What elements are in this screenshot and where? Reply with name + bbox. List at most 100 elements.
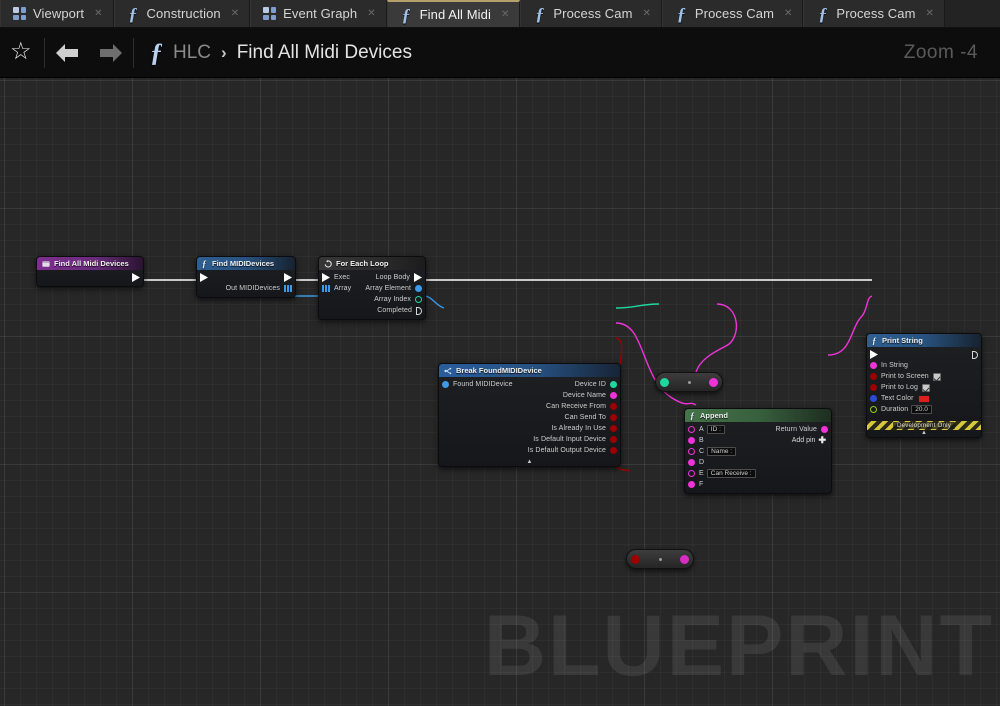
- node-header[interactable]: ƒ Find MIDIDevices: [197, 257, 295, 270]
- tab-label: Find All Midi: [419, 7, 491, 22]
- pin-color-swatch[interactable]: [917, 394, 930, 403]
- node-header[interactable]: For Each Loop: [319, 257, 425, 270]
- node-for-each-loop[interactable]: For Each Loop Exec Loop Body Array Array Ele…: [318, 256, 426, 320]
- close-icon[interactable]: ✕: [231, 8, 239, 19]
- array-pin[interactable]: [284, 284, 292, 293]
- blueprint-graph-canvas[interactable]: BLUEPRINT Find All Midi Devices ƒ Find MID…: [0, 78, 1000, 706]
- exec-pin-unconnected[interactable]: [972, 350, 978, 359]
- node-header[interactable]: Break FoundMIDIDevice: [439, 364, 620, 377]
- node-title: Break FoundMIDIDevice: [456, 366, 542, 375]
- knot-input-pin[interactable]: [631, 554, 640, 564]
- tab-construction[interactable]: ƒ Construction ✕: [113, 0, 251, 27]
- data-pin-unconnected[interactable]: [688, 426, 695, 433]
- node-append[interactable]: ƒ Append A ID : Return Value B Add pin ✚ C Name :…: [684, 408, 832, 494]
- data-pin[interactable]: [610, 447, 617, 454]
- node-title: Find All Midi Devices: [54, 259, 129, 268]
- function-icon: ƒ: [535, 3, 545, 24]
- data-pin[interactable]: [870, 373, 877, 380]
- tab-label: Event Graph: [283, 6, 358, 21]
- data-pin[interactable]: [688, 481, 695, 488]
- data-pin-unconnected[interactable]: [688, 470, 695, 477]
- plus-icon: ✚: [818, 435, 826, 445]
- pin-row: Is Default Input Device: [439, 434, 620, 445]
- exec-pin[interactable]: [200, 273, 208, 282]
- pin-label: Is Already In Use: [551, 425, 606, 432]
- close-icon[interactable]: ✕: [784, 8, 792, 19]
- tab-process-cam[interactable]: ƒ Process Cam ✕: [661, 0, 804, 27]
- data-pin[interactable]: [610, 414, 617, 421]
- close-icon[interactable]: ✕: [926, 8, 934, 19]
- array-pin[interactable]: [322, 284, 330, 293]
- exec-pin[interactable]: [284, 273, 292, 282]
- data-pin[interactable]: [610, 381, 617, 388]
- data-pin[interactable]: [870, 384, 877, 391]
- input-pin-group: Duration 20.0: [867, 405, 981, 414]
- add-pin-button[interactable]: Add pin ✚: [792, 436, 826, 445]
- exec-pin-unconnected[interactable]: [416, 306, 422, 315]
- collapse-advanced-toggle[interactable]: ▲: [867, 430, 981, 437]
- node-header[interactable]: ƒ Append: [685, 409, 831, 422]
- tab-process-cam[interactable]: ƒ Process Cam ✕: [520, 0, 662, 27]
- knot-can-receive[interactable]: [626, 549, 694, 569]
- node-break-foundmididevice[interactable]: Break FoundMIDIDevice Found MIDIDevice Dev…: [438, 363, 621, 467]
- data-pin[interactable]: [821, 426, 828, 433]
- pin-row: A ID : Return Value: [685, 424, 831, 435]
- tab-viewport[interactable]: Viewport ✕: [0, 0, 114, 27]
- exec-pin[interactable]: [132, 273, 140, 282]
- close-icon[interactable]: ✕: [94, 8, 102, 19]
- knot-input-pin[interactable]: [660, 377, 669, 387]
- data-pin[interactable]: [610, 392, 617, 399]
- knot-output-pin[interactable]: [709, 377, 718, 387]
- data-pin[interactable]: [610, 403, 617, 410]
- pin-checkbox[interactable]: [932, 372, 941, 381]
- node-find-mididevices[interactable]: ƒ Find MIDIDevices Out MIDIDevices: [196, 256, 296, 298]
- close-icon[interactable]: ✕: [643, 8, 651, 19]
- node-header[interactable]: ƒ Print String: [867, 334, 981, 347]
- data-pin[interactable]: [415, 285, 422, 292]
- input-pin-group: B: [685, 437, 792, 444]
- data-pin-unconnected[interactable]: [415, 296, 422, 303]
- exec-pin[interactable]: [414, 273, 422, 282]
- exec-pin[interactable]: [870, 350, 878, 359]
- breadcrumb-parent[interactable]: HLC: [173, 42, 211, 64]
- pin-value-input[interactable]: 20.0: [911, 405, 932, 414]
- pin-value-input[interactable]: ID :: [706, 425, 725, 434]
- page-title: Find All Midi Devices: [236, 41, 412, 63]
- collapse-advanced-toggle[interactable]: ▲: [439, 459, 620, 466]
- close-icon[interactable]: ✕: [367, 8, 375, 19]
- tab-find-all-midi[interactable]: ƒ Find All Midi ✕: [386, 0, 521, 27]
- tab-process-cam[interactable]: ƒ Process Cam ✕: [803, 0, 945, 27]
- data-pin[interactable]: [688, 437, 695, 444]
- pin-row: Completed: [319, 305, 425, 316]
- knot-device-id[interactable]: [655, 372, 723, 392]
- exec-pin[interactable]: [322, 273, 330, 282]
- pin-checkbox[interactable]: [922, 383, 930, 392]
- back-button[interactable]: [45, 28, 89, 78]
- data-pin[interactable]: [688, 459, 695, 466]
- input-pin-group: In String: [867, 362, 981, 369]
- pin-label: Can Send To: [564, 414, 606, 421]
- data-pin[interactable]: [870, 395, 877, 402]
- knot-output-pin[interactable]: [680, 554, 689, 564]
- forward-button[interactable]: [89, 28, 133, 78]
- data-pin[interactable]: [610, 436, 617, 443]
- pin-label: B: [699, 437, 704, 444]
- tab-event-graph[interactable]: Event Graph ✕: [250, 0, 387, 27]
- pin-value-input[interactable]: Can Receive :: [706, 469, 756, 478]
- data-pin[interactable]: [442, 381, 449, 388]
- graph-toolbar: ☆ ƒ HLC › Find All Midi Devices Zoom -4: [0, 28, 1000, 78]
- data-pin-unconnected[interactable]: [870, 406, 877, 413]
- node-print-string[interactable]: ƒ Print String In String Print to Screen Pri…: [866, 333, 982, 438]
- favorite-button[interactable]: ☆: [0, 28, 44, 78]
- data-pin[interactable]: [870, 362, 877, 369]
- node-header[interactable]: Find All Midi Devices: [37, 257, 143, 270]
- pin-label: Duration: [881, 406, 909, 413]
- data-pin-unconnected[interactable]: [688, 448, 695, 455]
- node-find-all-midi-devices[interactable]: Find All Midi Devices: [36, 256, 144, 287]
- pin-value-input[interactable]: Name :: [707, 447, 737, 456]
- data-pin[interactable]: [610, 425, 617, 432]
- pin-row: Text Color: [867, 393, 981, 404]
- close-icon[interactable]: ✕: [501, 9, 509, 20]
- input-pin-group: Print to Log: [867, 383, 981, 392]
- output-pin-group: Array Index: [374, 296, 425, 303]
